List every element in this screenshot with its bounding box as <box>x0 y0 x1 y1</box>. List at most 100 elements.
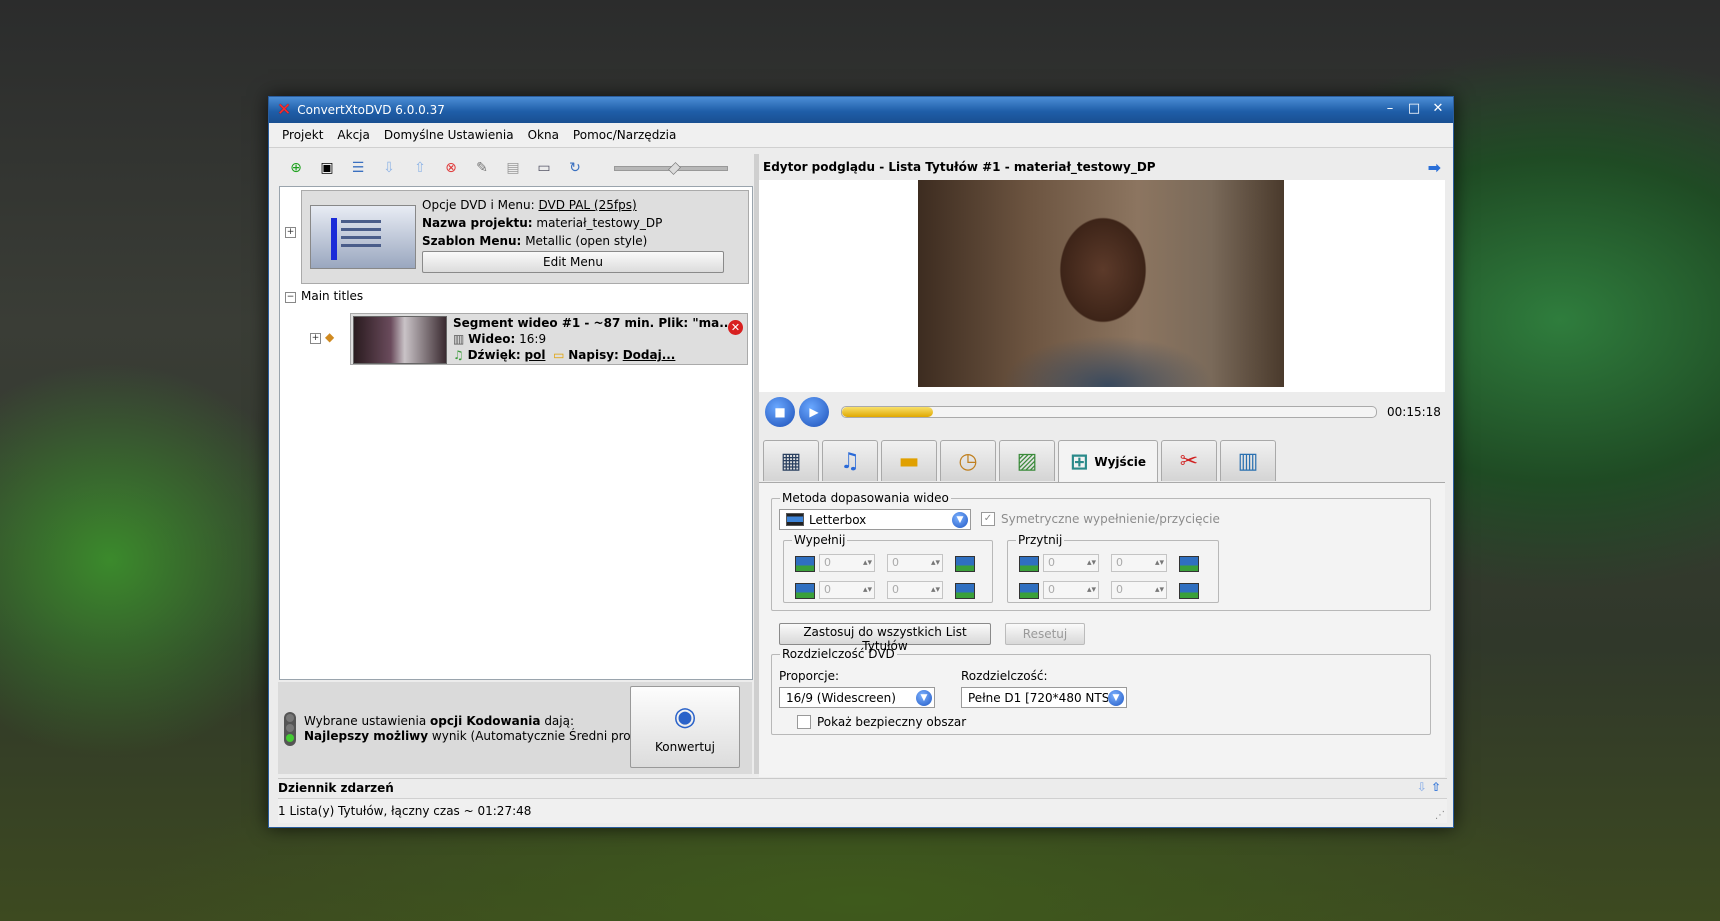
symmetric-checkbox[interactable]: ✓ Symetryczne wypełnienie/przycięcie <box>981 512 1220 526</box>
list-icon[interactable]: ▤ <box>503 158 523 178</box>
convert-disc-icon: ◉ <box>673 702 697 732</box>
tab-output-label: Wyjście <box>1094 455 1147 469</box>
tab-effects[interactable]: ▥ <box>1220 440 1276 481</box>
convert-button[interactable]: ◉ Konwertuj <box>630 686 740 768</box>
tab-image[interactable]: ▨ <box>999 440 1055 481</box>
remove-segment-icon[interactable]: ✕ <box>728 320 743 335</box>
fill-bottom-right-spinner[interactable]: 0 <box>887 581 943 599</box>
tab-output[interactable]: ⊞ Wyjście <box>1058 440 1158 483</box>
menu-preview-thumbnail <box>310 205 416 269</box>
fill-top-left-spinner[interactable]: 0 <box>819 554 875 572</box>
segment-expand-toggle[interactable]: + <box>310 333 321 344</box>
encoding-status-panel: Wybrane ustawienia opcji Kodowania dają:… <box>278 682 752 774</box>
save-icon[interactable]: ▣ <box>317 158 337 178</box>
zoom-slider[interactable] <box>614 161 728 175</box>
scissors-icon: ✂ <box>1179 448 1199 474</box>
segment-card[interactable]: Segment wideo #1 - ~87 min. Plik: "ma...… <box>350 313 748 365</box>
tab-audio[interactable]: ♫ <box>822 440 878 481</box>
project-name-label: Nazwa projektu: <box>422 216 533 230</box>
up-icon[interactable]: ⇧ <box>410 158 430 178</box>
stop-button[interactable]: ■ <box>765 397 795 427</box>
log-down-icon[interactable]: ⇩ <box>1417 780 1427 794</box>
menu-template-value: Metallic (open style) <box>525 234 648 248</box>
reset-button[interactable]: Resetuj <box>1005 623 1085 645</box>
fill-right-icon <box>955 556 975 572</box>
title-bar[interactable]: ✕ ConvertXtoDVD 6.0.0.37 – □ ✕ <box>269 97 1453 123</box>
fill-top-right-spinner[interactable]: 0 <box>887 554 943 572</box>
aspect-dropdown[interactable]: 16/9 (Widescreen) ▼ <box>779 687 935 708</box>
menu-akcja[interactable]: Akcja <box>330 126 376 144</box>
aspect-value: 16/9 (Widescreen) <box>786 690 896 705</box>
tab-chapters[interactable]: ◷ <box>940 440 996 481</box>
menu-pomoc[interactable]: Pomoc/Narzędzia <box>566 126 683 144</box>
fill-bottom-icon <box>795 583 815 599</box>
film-icon: ▦ <box>780 448 802 474</box>
resolution-dropdown[interactable]: Pełne D1 [720*480 NTSC ▼ <box>961 687 1127 708</box>
safe-area-checkbox-box[interactable] <box>797 715 811 729</box>
safe-area-checkbox[interactable]: Pokaż bezpieczny obszar <box>797 715 966 729</box>
edit-menu-button[interactable]: Edit Menu <box>422 251 724 273</box>
dvd-options-card[interactable]: Opcje DVD i Menu: DVD PAL (25fps) Nazwa … <box>301 190 749 284</box>
preview-area <box>759 180 1445 392</box>
settings-icon[interactable]: ☰ <box>348 158 368 178</box>
delete-icon[interactable]: ⊗ <box>441 158 461 178</box>
log-up-icon[interactable]: ⇧ <box>1431 780 1441 794</box>
dvd-resolution-legend: Rozdzielczość DVD <box>782 647 895 661</box>
dvd-expand-toggle[interactable]: + <box>285 227 296 238</box>
fit-method-dropdown[interactable]: Letterbox ▼ <box>779 509 971 530</box>
status-line2-bold: Najlepszy możliwy <box>304 729 429 743</box>
monitor-icon[interactable]: ▭ <box>534 158 554 178</box>
crop-bottom-icon <box>1019 583 1039 599</box>
audio-language-link[interactable]: pol <box>524 348 545 362</box>
add-subtitles-link[interactable]: Dodaj... <box>623 348 676 362</box>
event-log-header[interactable]: Dziennik zdarzeń ⇩ ⇧ <box>278 778 1447 797</box>
seek-bar-fill <box>842 407 933 417</box>
menu-okna[interactable]: Okna <box>521 126 566 144</box>
down-icon[interactable]: ⇩ <box>379 158 399 178</box>
dvd-options-label: Opcje DVD i Menu: <box>422 198 535 212</box>
project-tree: + Opcje DVD i Menu: DVD PAL (25fps) Nazw… <box>279 186 753 680</box>
refresh-icon[interactable]: ↻ <box>565 158 585 178</box>
dvd-options-link[interactable]: DVD PAL (25fps) <box>538 198 636 212</box>
add-icon[interactable]: ⊕ <box>286 158 306 178</box>
status-line2-suffix: wynik (Automatycznie Średni projekt) <box>428 729 658 743</box>
stopwatch-icon: ◷ <box>958 448 978 474</box>
seek-bar[interactable] <box>841 406 1377 418</box>
tab-subtitles[interactable]: ▬ <box>881 440 937 481</box>
zoom-slider-thumb[interactable] <box>668 161 681 175</box>
crop-top-left-spinner[interactable]: 0 <box>1043 554 1099 572</box>
main-titles-collapse-toggle[interactable]: − <box>285 292 296 303</box>
toolbar: ⊕ ▣ ☰ ⇩ ⇧ ⊗ ✎ ▤ ▭ ↻ <box>278 154 752 182</box>
video-preview-frame[interactable] <box>918 180 1284 387</box>
symmetric-checkbox-box[interactable]: ✓ <box>981 512 995 526</box>
play-button[interactable]: ▶ <box>799 397 829 427</box>
fill-bottom-left-spinner[interactable]: 0 <box>819 581 875 599</box>
video-icon: ▥ <box>453 332 465 346</box>
fill-left-icon <box>955 583 975 599</box>
maximize-button[interactable]: □ <box>1407 101 1421 116</box>
traffic-light-icon <box>284 712 296 746</box>
menu-bar: Projekt Akcja Domyślne Ustawienia Okna P… <box>269 123 1453 148</box>
resolution-label: Rozdzielczość: <box>961 669 1048 683</box>
menu-projekt[interactable]: Projekt <box>275 126 330 144</box>
crop-left-icon <box>1179 583 1199 599</box>
arrow-right-icon[interactable]: ➡ <box>1428 158 1441 177</box>
tab-cut[interactable]: ✂ <box>1161 440 1217 481</box>
crop-bottom-left-spinner[interactable]: 0 <box>1043 581 1099 599</box>
menu-domyslne-ustawienia[interactable]: Domyślne Ustawienia <box>377 126 521 144</box>
fit-method-legend: Metoda dopasowania wideo <box>782 491 949 505</box>
tab-video[interactable]: ▦ <box>763 440 819 481</box>
apply-all-button[interactable]: Zastosuj do wszystkich List Tytułów <box>779 623 991 653</box>
resize-grip-icon[interactable]: ⋰ <box>1435 810 1445 821</box>
segment-thumbnail <box>353 316 447 364</box>
main-titles-label: Main titles <box>301 289 364 303</box>
crop-bottom-right-spinner[interactable]: 0 <box>1111 581 1167 599</box>
minimize-button[interactable]: – <box>1383 101 1397 116</box>
close-button[interactable]: ✕ <box>1431 101 1445 116</box>
menu-template-label: Szablon Menu: <box>422 234 522 248</box>
crop-top-right-spinner[interactable]: 0 <box>1111 554 1167 572</box>
tools-icon[interactable]: ✎ <box>472 158 492 178</box>
video-aspect-value: 16:9 <box>519 332 547 346</box>
filmstrip-icon: ▥ <box>1237 448 1259 474</box>
music-icon: ♫ <box>840 448 860 474</box>
